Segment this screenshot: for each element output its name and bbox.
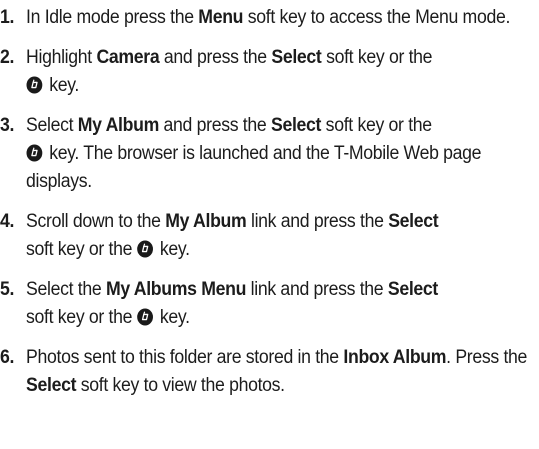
step-3: 3. Select My Album and press the Select … <box>0 112 539 196</box>
nav-key-icon <box>137 240 153 258</box>
step-text: key. <box>155 239 190 260</box>
step-keyword: Inbox Album <box>343 347 447 368</box>
nav-key-icon <box>26 144 43 162</box>
step-text: Select <box>26 115 78 136</box>
step-text: soft key or the <box>26 307 137 328</box>
step-text: Photos sent to this folder are stored in… <box>26 347 344 368</box>
step-number: 5. <box>0 279 15 300</box>
step-keyword: Select <box>271 47 322 68</box>
step-text: key. The browser is launched and the T-M… <box>26 143 482 192</box>
step-text: and press the <box>158 115 271 136</box>
step-text: link and press the <box>246 279 388 300</box>
step-2: 2. Highlight Camera and press the Select… <box>0 44 539 100</box>
step-keyword: Select <box>388 211 439 232</box>
step-text: Highlight <box>26 47 97 68</box>
step-text: Select the <box>26 279 106 300</box>
step-keyword: My Albums Menu <box>105 279 247 300</box>
step-text: link and press the <box>246 211 389 232</box>
step-number: 6. <box>0 347 15 368</box>
step-number: 3. <box>0 115 15 136</box>
step-keyword: Camera <box>96 47 160 68</box>
step-text: soft key to access the Menu mode. <box>243 7 511 28</box>
step-1: 1. In Idle mode press the Menu soft key … <box>0 4 539 32</box>
step-text: soft key to view the photos. <box>76 375 285 396</box>
step-4: 4. Scroll down to the My Album link and … <box>0 208 539 264</box>
step-text: key. <box>44 75 80 96</box>
step-keyword: Menu <box>198 7 244 28</box>
step-number: 4. <box>0 211 15 232</box>
step-text: soft key or the <box>321 115 432 136</box>
step-text: and press the <box>159 47 272 68</box>
steps-list: 1. In Idle mode press the Menu soft key … <box>0 4 539 400</box>
step-text: Scroll down to the <box>26 211 166 232</box>
instruction-page: 1. In Idle mode press the Menu soft key … <box>0 4 539 412</box>
step-number: 2. <box>0 47 15 68</box>
step-number: 1. <box>0 7 15 28</box>
step-keyword: My Album <box>77 115 159 136</box>
step-6: 6. Photos sent to this folder are stored… <box>0 344 539 400</box>
step-keyword: My Album <box>165 211 247 232</box>
step-5: 5. Select the My Albums Menu link and pr… <box>0 276 539 332</box>
step-text: In Idle mode press the <box>26 7 199 28</box>
nav-key-icon <box>137 308 153 326</box>
step-keyword: Select <box>270 115 322 136</box>
step-text: soft key or the <box>321 47 433 68</box>
step-keyword: Select <box>387 279 438 300</box>
step-text: soft key or the <box>26 239 137 260</box>
step-text: key. <box>155 307 190 328</box>
step-keyword: Select <box>26 375 77 396</box>
nav-key-icon <box>26 76 43 94</box>
step-text: . Press the <box>446 347 528 368</box>
